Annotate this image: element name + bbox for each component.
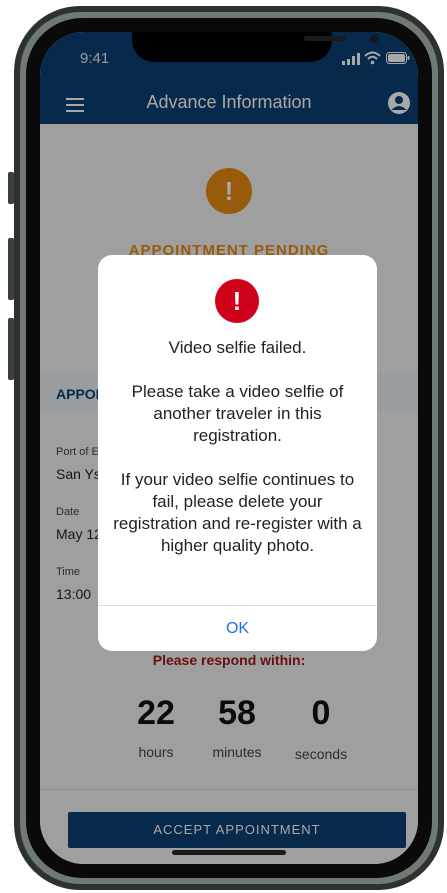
dialog-title: Video selfie failed. — [168, 338, 307, 357]
error-exclamation-icon: ! — [215, 279, 259, 323]
home-indicator[interactable] — [172, 850, 286, 855]
dialog-message-1: Please take a video selfie of another tr… — [131, 382, 344, 445]
dialog-body: Video selfie failed. Please take a video… — [112, 337, 363, 557]
dialog-message-2: If your video selfie continues to fail, … — [113, 470, 362, 555]
phone-screen: 9:41 Advance Information ! APPOINTMENT P… — [40, 32, 418, 864]
mute-switch — [8, 172, 14, 204]
volume-up-button — [8, 238, 14, 300]
error-dialog: ! Video selfie failed. Please take a vid… — [98, 255, 377, 651]
dialog-divider — [98, 605, 377, 606]
volume-down-button — [8, 318, 14, 380]
ok-button[interactable]: OK — [98, 607, 377, 651]
